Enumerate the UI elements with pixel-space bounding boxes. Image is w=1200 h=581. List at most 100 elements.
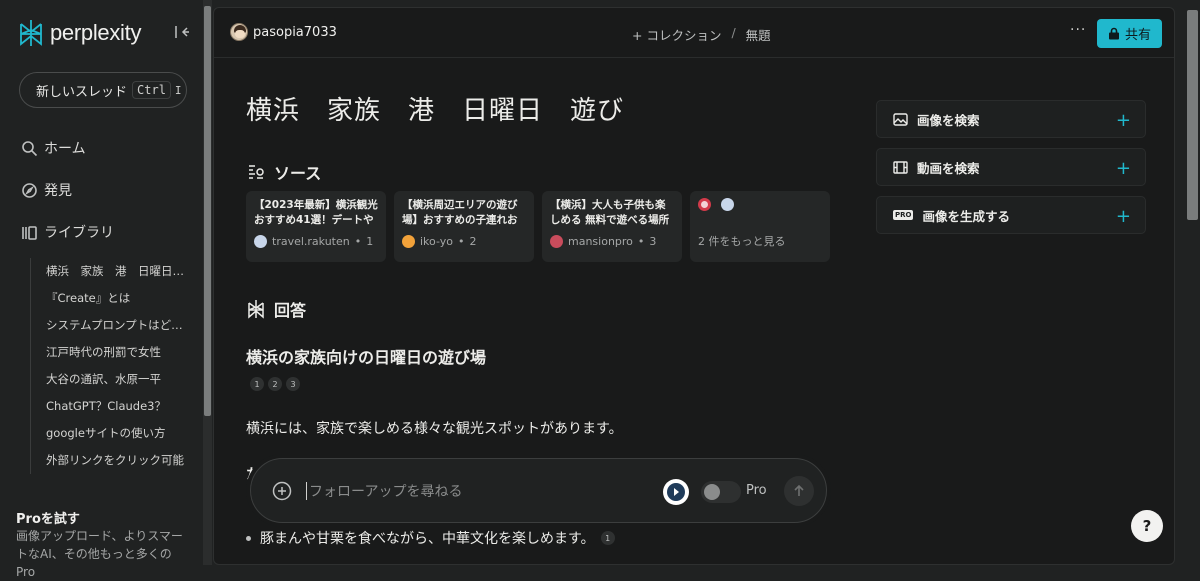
source-card[interactable]: 【2023年最新】横浜観光おすすめ41選！デートや travel.rakuten… — [246, 191, 386, 262]
search-images-label: 画像を検索 — [917, 112, 980, 128]
source-title: 【2023年最新】横浜観光おすすめ41選！デートや — [254, 199, 378, 226]
source-card[interactable]: 【横浜】大人も子供も楽しめる 無料で遊べる場所1 mansionpro • 3 — [542, 191, 682, 262]
page-scrollbar[interactable] — [1185, 0, 1200, 565]
citation-badge[interactable]: 2 — [268, 377, 282, 391]
answer-paragraph: 横浜には、家族で楽しめる様々な観光スポットがあります。 — [246, 421, 623, 437]
try-pro-description: 画像アップロード、よりスマートなAI、その他もっと多くのPro — [16, 529, 183, 579]
generate-image-button[interactable]: PRO 画像を生成する + — [876, 196, 1146, 234]
more-sources-favicons — [698, 198, 822, 211]
source-dot: • — [354, 235, 362, 248]
library-thread[interactable]: システムプロンプトはどんな — [31, 312, 190, 339]
source-dot: • — [637, 235, 645, 248]
toggle-knob — [704, 484, 720, 500]
compass-icon — [22, 182, 37, 198]
citation-badge[interactable]: 3 — [286, 377, 300, 391]
sidebar-item-label: 発見 — [44, 183, 72, 199]
source-number: 2 — [469, 235, 477, 248]
favicon-icon — [402, 235, 415, 248]
source-meta: iko-yo • 2 — [402, 235, 526, 248]
library-list: 横浜 家族 港 日曜日 遊び 『Create』とは システムプロンプトはどんな … — [30, 258, 190, 474]
scrollbar-thumb[interactable] — [204, 6, 211, 416]
user-profile[interactable]: pasopia7033 — [230, 23, 337, 41]
help-button[interactable]: ? — [1131, 510, 1163, 542]
source-number: 1 — [366, 235, 374, 248]
library-thread[interactable]: 大谷の通訳、水原一平 — [31, 366, 190, 393]
library-thread[interactable]: 『Create』とは — [31, 285, 190, 312]
extension-button[interactable] — [663, 479, 689, 505]
citation-badge[interactable]: 1 — [600, 531, 615, 545]
pro-toggle[interactable] — [701, 481, 741, 503]
collapse-sidebar-icon[interactable] — [174, 24, 190, 40]
scrollbar-thumb[interactable] — [1187, 10, 1198, 220]
new-thread-button[interactable]: 新しいスレッド Ctrl I — [19, 72, 187, 108]
sidebar-item-home[interactable]: ホーム — [21, 138, 86, 158]
thread-title[interactable]: 無題 — [746, 25, 771, 44]
avatar — [230, 23, 248, 41]
answer-heading: 回答 — [247, 297, 306, 321]
favicon-icon — [698, 198, 711, 211]
source-number: 3 — [649, 235, 657, 248]
breadcrumb: + コレクション / 無題 — [632, 25, 771, 44]
video-icon — [893, 160, 908, 174]
search-icon — [22, 140, 38, 156]
search-images-button[interactable]: 画像を検索 + — [876, 100, 1146, 138]
logo[interactable]: perplexity — [18, 18, 141, 48]
followup-box: フォローアップを尋ねる Pro — [250, 458, 827, 523]
submit-button[interactable] — [784, 476, 814, 506]
more-sources-card[interactable]: 2 件をもっと見る — [690, 191, 830, 262]
source-site: mansionpro — [568, 235, 633, 248]
source-site: iko-yo — [420, 235, 453, 248]
sidebar-item-discover[interactable]: 発見 — [21, 180, 72, 200]
source-title: 【横浜】大人も子供も楽しめる 無料で遊べる場所1 — [550, 199, 670, 226]
sources-heading: ソース — [247, 160, 321, 184]
sidebar-item-label: ライブラリ — [44, 225, 114, 241]
library-thread[interactable]: 横浜 家族 港 日曜日 遊び — [31, 258, 190, 285]
main-panel: pasopia7033 + コレクション / 無題 ··· 共有 横浜 家族 港… — [213, 7, 1175, 565]
answer-title: 横浜の家族向けの日曜日の遊び場 — [246, 348, 487, 367]
sidebar-item-label: ホーム — [44, 141, 86, 157]
perplexity-answer-icon — [248, 300, 264, 319]
extension-icon — [667, 483, 685, 501]
share-label: 共有 — [1124, 28, 1151, 43]
lock-icon — [1108, 27, 1119, 40]
source-dot: • — [457, 235, 465, 248]
arrow-up-icon — [794, 484, 804, 496]
breadcrumb-separator: / — [731, 25, 736, 40]
sidebar-item-library[interactable]: ライブラリ — [21, 222, 114, 242]
source-site: travel.rakuten — [272, 235, 350, 248]
bullet-text: 豚まんや甘栗を食べながら、中華文化を楽しめます。 — [260, 531, 595, 547]
library-thread[interactable]: 外部リンクをクリック可能 — [31, 447, 190, 474]
generate-image-label: 画像を生成する — [922, 208, 1010, 224]
library-icon — [22, 225, 37, 240]
sidebar-scrollbar[interactable] — [203, 0, 212, 565]
share-button[interactable]: 共有 — [1097, 19, 1162, 48]
sidebar: perplexity 新しいスレッド Ctrl I ホーム 発見 ライブラリ 横… — [0, 0, 203, 579]
search-videos-button[interactable]: 動画を検索 + — [876, 148, 1146, 186]
add-collection-link[interactable]: + コレクション — [632, 25, 721, 44]
followup-input[interactable]: フォローアップを尋ねる — [309, 481, 462, 501]
favicon-icon — [254, 235, 267, 248]
try-pro-title[interactable]: Proを試す — [16, 508, 80, 527]
answer-bullet: 豚まんや甘栗を食べながら、中華文化を楽しめます。 1 — [246, 528, 615, 548]
plus-icon: + — [1115, 158, 1131, 179]
new-thread-label: 新しいスレッド — [36, 84, 128, 100]
attach-plus-icon[interactable] — [272, 481, 292, 501]
more-sources-label: 2 件をもっと見る — [698, 235, 786, 248]
source-meta: mansionpro • 3 — [550, 235, 674, 248]
sources-icon — [249, 165, 264, 179]
shortcut-i: I — [174, 83, 182, 97]
perplexity-logo-icon — [20, 20, 42, 46]
image-icon — [893, 112, 908, 126]
library-thread[interactable]: 江戸時代の刑罰で女性 — [31, 339, 190, 366]
citation-badge[interactable]: 1 — [250, 377, 264, 391]
source-card[interactable]: 【横浜周辺エリアの遊び場】おすすめの子連れお出か iko-yo • 2 — [394, 191, 534, 262]
library-thread[interactable]: ChatGPT？Claude3？ — [31, 393, 190, 420]
favicon-icon — [550, 235, 563, 248]
pro-icon: PRO — [893, 210, 914, 220]
pro-toggle-label: Pro — [746, 483, 767, 498]
plus-icon: + — [1115, 110, 1131, 131]
more-options-button[interactable]: ··· — [1070, 22, 1086, 38]
username: pasopia7033 — [253, 24, 337, 40]
answer-heading-label: 回答 — [274, 301, 307, 320]
library-thread[interactable]: googleサイトの使い方 — [31, 420, 190, 447]
